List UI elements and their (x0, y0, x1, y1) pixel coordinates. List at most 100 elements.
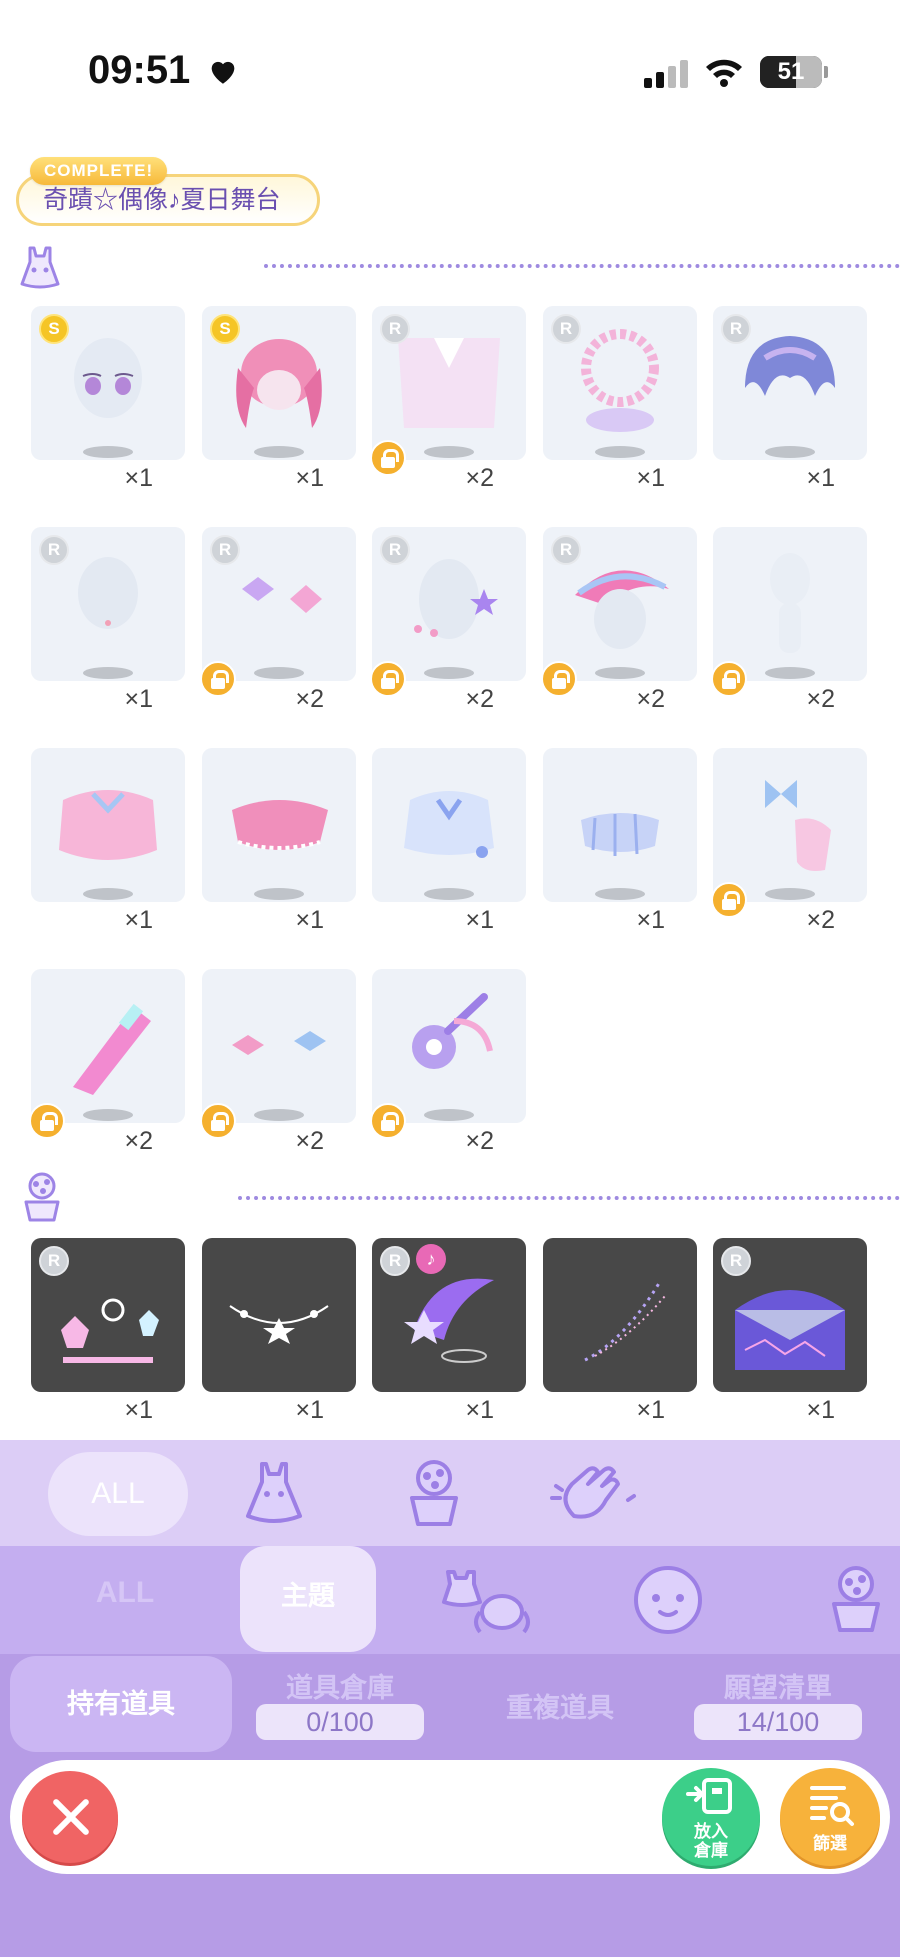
effect-card[interactable] (543, 1238, 697, 1392)
item-card[interactable]: R (543, 527, 697, 681)
music-note-icon: ♪ (416, 1244, 446, 1274)
store-to-warehouse-button[interactable]: 放入 倉庫 (662, 1768, 760, 1866)
item-quantity: ×1 (465, 906, 494, 934)
item-card[interactable] (31, 969, 185, 1123)
effect-card[interactable]: R ♪ (372, 1238, 526, 1392)
item-quantity: ×1 (295, 906, 324, 934)
item-card[interactable] (202, 748, 356, 902)
filter-button[interactable]: 篩選 (780, 1768, 880, 1866)
item-quantity: ×1 (295, 464, 324, 492)
complete-badge: COMPLETE! (30, 157, 168, 185)
item-image (61, 1298, 159, 1363)
item-shadow (424, 667, 474, 679)
close-button[interactable] (22, 1771, 118, 1863)
rarity-badge: R (380, 314, 410, 344)
item-shadow (254, 667, 304, 679)
filter-icon (810, 1786, 854, 1826)
item-quantity: ×1 (636, 1396, 665, 1424)
item-card[interactable]: R (372, 306, 526, 460)
item-card[interactable]: R (543, 306, 697, 460)
item-card[interactable] (31, 748, 185, 902)
storage-count: 0/100 (256, 1704, 424, 1740)
item-card[interactable] (543, 748, 697, 902)
item-card[interactable] (372, 748, 526, 902)
item-quantity: ×1 (124, 685, 153, 713)
flower-pot-subcategory-icon[interactable] (808, 1562, 900, 1638)
item-image (242, 577, 322, 613)
section-divider (264, 264, 900, 268)
item-shadow (83, 667, 133, 679)
item-quantity: ×2 (806, 685, 835, 713)
item-image (78, 557, 138, 629)
lock-icon (200, 1103, 236, 1139)
dress-category-icon[interactable] (234, 1456, 314, 1532)
effect-card[interactable]: R (31, 1238, 185, 1392)
item-shadow (424, 446, 474, 458)
item-card[interactable]: R (31, 527, 185, 681)
lock-icon (370, 440, 406, 476)
item-shadow (83, 1109, 133, 1121)
item-quantity: ×1 (806, 1396, 835, 1424)
item-shadow (254, 1109, 304, 1121)
filter-button-label: 篩選 (813, 1834, 847, 1853)
item-image (735, 1290, 845, 1370)
item-shadow (254, 888, 304, 900)
rarity-badge: R (39, 1246, 69, 1276)
tab-duplicates[interactable]: 重複道具 (476, 1686, 644, 1725)
item-image (236, 339, 322, 428)
item-image (745, 336, 835, 396)
lock-icon (29, 1103, 65, 1139)
item-image (232, 800, 328, 850)
item-image (74, 338, 142, 418)
item-shadow (765, 446, 815, 458)
item-card[interactable] (372, 969, 526, 1123)
item-quantity: ×1 (465, 1396, 494, 1424)
item-image (575, 570, 669, 649)
tab-owned-items[interactable]: 持有道具 (10, 1656, 232, 1752)
item-image (398, 338, 500, 428)
item-image (414, 559, 498, 639)
subcategory-theme-tab[interactable]: 主題 (240, 1546, 376, 1654)
item-shadow (595, 888, 645, 900)
lock-icon (200, 661, 236, 697)
item-card[interactable]: S (202, 306, 356, 460)
lock-icon (370, 1103, 406, 1139)
item-card[interactable] (713, 527, 867, 681)
item-card[interactable]: R (202, 527, 356, 681)
outfit-category-icon[interactable] (440, 1562, 536, 1638)
effect-card[interactable]: R (713, 1238, 867, 1392)
face-category-icon[interactable] (620, 1562, 716, 1638)
lock-icon (370, 661, 406, 697)
item-image (229, 1305, 329, 1344)
rarity-badge: S (39, 314, 69, 344)
dress-icon (20, 246, 60, 289)
tab-storage[interactable]: 道具倉庫 (256, 1666, 424, 1705)
warehouse-icon (686, 1778, 732, 1814)
tab-wishlist[interactable]: 願望清單 (694, 1666, 862, 1705)
item-image (232, 1031, 326, 1055)
item-quantity: ×1 (806, 464, 835, 492)
heart-icon (211, 61, 235, 84)
item-card[interactable]: R (372, 527, 526, 681)
subcategory-all-tab[interactable]: ALL (70, 1576, 180, 1620)
item-card[interactable]: S (31, 306, 185, 460)
item-image (770, 553, 810, 653)
item-shadow (765, 888, 815, 900)
item-shadow (83, 888, 133, 900)
item-shadow (83, 446, 133, 458)
flower-pot-icon (24, 1172, 60, 1222)
item-image (404, 1278, 494, 1363)
item-card[interactable]: R (713, 306, 867, 460)
item-image (404, 791, 494, 858)
item-quantity: ×2 (636, 685, 665, 713)
item-card[interactable] (713, 748, 867, 902)
item-quantity: ×2 (465, 1127, 494, 1155)
effect-card[interactable] (202, 1238, 356, 1392)
item-quantity: ×2 (806, 906, 835, 934)
store-button-label: 放入 倉庫 (694, 1822, 728, 1860)
item-card[interactable] (202, 969, 356, 1123)
category-all-tab[interactable]: ALL (48, 1452, 188, 1536)
flower-pot-category-icon[interactable] (394, 1456, 474, 1532)
clap-hands-icon[interactable] (548, 1456, 640, 1532)
item-quantity: ×2 (295, 685, 324, 713)
